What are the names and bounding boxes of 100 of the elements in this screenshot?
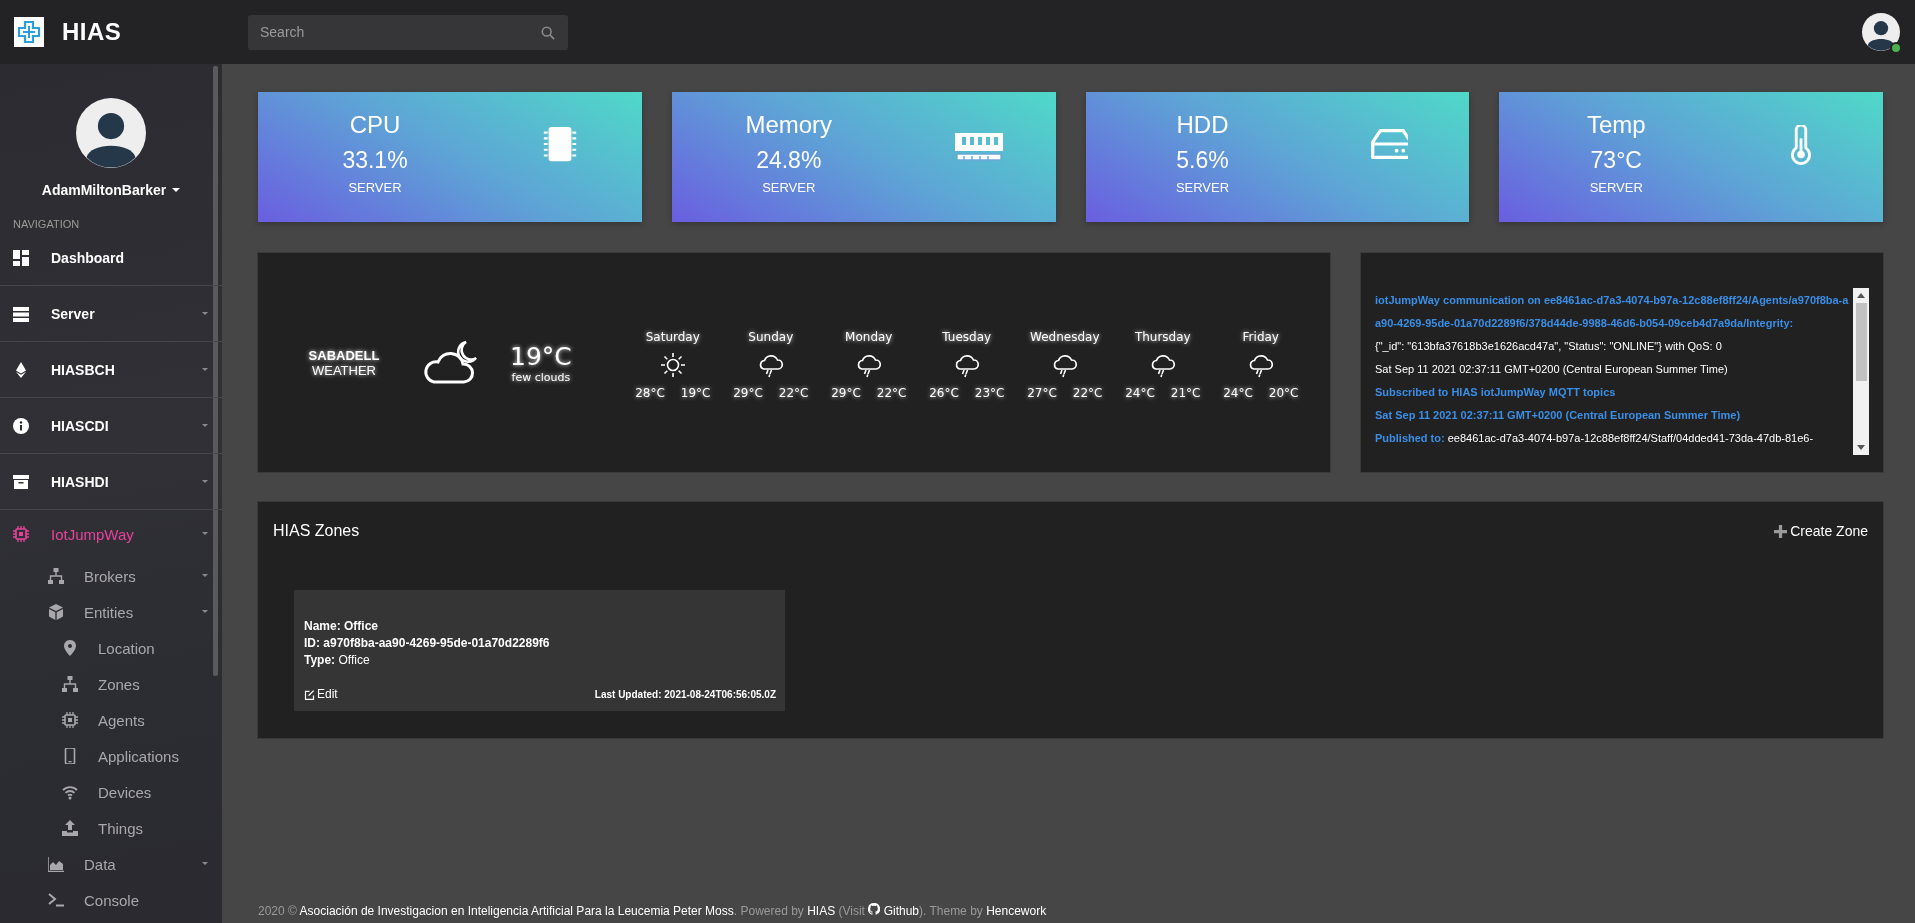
section-heading: NAVIGATION <box>12 217 81 230</box>
info-icon <box>13 417 29 434</box>
upload-icon <box>62 820 78 836</box>
high-temperature: 26°C <box>929 385 959 400</box>
weather-description: few clouds <box>510 370 572 384</box>
wifi-icon <box>62 784 78 800</box>
chip-icon <box>13 526 29 542</box>
day-name: Monday <box>845 329 893 344</box>
user-menu[interactable]: AdamMiltonBarker <box>41 182 181 198</box>
create-zone-button[interactable]: Create Zone <box>1774 523 1868 539</box>
log-text: Subscribed to HIAS iotJumpWay MQTT topics <box>1375 385 1617 400</box>
high-temperature: 28°C <box>635 385 665 400</box>
low-temperature: 22°C <box>778 385 809 400</box>
phone-icon <box>62 748 78 764</box>
network-icon <box>48 568 64 584</box>
low-temperature: 23°C <box>974 385 1005 400</box>
footer-link[interactable]: Asociación de Investigacion en Inteligencia Artificial Para la Leucemia Peter Moss <box>299 904 734 918</box>
panel-title: HIAS Zones <box>273 522 360 540</box>
github-icon <box>868 903 881 915</box>
current-temperature: 19°C <box>510 341 572 371</box>
footer-text: 2020 © Asociación de Investigacion en Inteligencia Artificial Para la Leucemia Peter Moss. Powered by HIAS (Visit Github). Theme by Hencework <box>258 903 1048 918</box>
stat-caption: SERVER <box>348 180 402 195</box>
high-temperature: 27°C <box>1027 385 1057 400</box>
nav-item[interactable]: Entities <box>0 594 222 630</box>
nav-item[interactable]: Agents <box>0 702 222 738</box>
low-temperature: 19°C <box>680 385 711 400</box>
footer-link[interactable]: Hencework <box>986 904 1047 918</box>
stat-title: Memory <box>745 111 833 139</box>
last-updated: Last Updated: 2021-08-24T06:56:05.0Z <box>594 688 776 700</box>
stat-caption: SERVER <box>1589 180 1643 195</box>
log-label: Published to: <box>1375 432 1445 444</box>
day-name: Saturday <box>645 329 700 344</box>
edit-icon <box>304 688 315 700</box>
dashboard-icon <box>13 249 29 266</box>
map-pin-icon <box>62 640 78 656</box>
app-title: HIAS <box>62 18 122 46</box>
low-temperature: 22°C <box>1072 385 1103 400</box>
area-chart-icon <box>48 856 64 872</box>
search-icon <box>541 25 555 40</box>
log-text: {"_id": "613bfa37618b3e1626acd47a", "Status": "ONLINE"} with QoS: 0 <box>1375 339 1723 354</box>
stat-value: 5.6% <box>1176 147 1229 174</box>
day-name: Thursday <box>1134 329 1191 344</box>
zone-detail: Name: Office <box>304 618 380 635</box>
nav-item[interactable]: Applications <box>0 738 222 774</box>
log-text: ee8461ac-d7a3-4074-b97a-12c88ef8ff24/Staff/04dded41-73da-47db-81e6- <box>1447 432 1814 444</box>
nav-item[interactable]: Location <box>0 630 222 666</box>
nav-item[interactable]: Dashboard <box>0 230 222 286</box>
avatar-icon[interactable] <box>1862 13 1900 51</box>
high-temperature: 29°C <box>831 385 861 400</box>
high-temperature: 24°C <box>1223 385 1253 400</box>
nav-item[interactable]: Brokers <box>0 558 222 594</box>
stat-value: 24.8% <box>756 147 822 174</box>
nav-item[interactable]: Console <box>0 882 222 918</box>
scrollbar[interactable] <box>1853 288 1869 455</box>
day-name: Sunday <box>748 329 794 344</box>
edit-link[interactable]: Edit <box>304 687 338 701</box>
server-icon <box>13 305 29 322</box>
cube-icon <box>48 604 64 620</box>
sun-icon <box>659 351 686 378</box>
log-text: iotJumpWay communication on ee8461ac-d7a3-4074-b97a-12c88ef8ff24/Agents/a970f8ba-aa90-4269-95de-01a70d2289f6/378d44de-9988-46d6-b054-09ceb4d7a9da/Integrity: <box>1375 293 1850 331</box>
zone-detail: Type: Office <box>304 652 371 669</box>
logo-icon <box>14 17 44 47</box>
weather-label: WEATHER <box>310 362 377 378</box>
network-icon <box>62 676 78 692</box>
nav-item[interactable]: IotJumpWay <box>0 510 222 558</box>
nav-item[interactable]: Zones <box>0 666 222 702</box>
stat-value: 33.1% <box>342 147 408 174</box>
stat-caption: SERVER <box>1175 180 1230 195</box>
stat-title: Temp <box>1586 111 1646 139</box>
terminal-icon <box>48 892 64 908</box>
stat-caption: SERVER <box>762 180 816 195</box>
plus-icon <box>1774 524 1788 538</box>
city-name: SABADELL <box>307 347 381 363</box>
stat-title: HDD <box>1176 111 1229 139</box>
avatar-icon <box>76 98 146 168</box>
search-field[interactable]: Search <box>248 14 568 50</box>
stat-title: CPU <box>349 111 401 139</box>
day-name: Wednesday <box>1030 329 1100 344</box>
day-name: Friday <box>1242 329 1279 344</box>
scrollbar[interactable] <box>213 66 218 676</box>
log-text: Sat Sep 11 2021 02:37:11 GMT+0200 (Central European Summer Time) <box>1375 408 1742 423</box>
diamond-icon <box>13 361 29 378</box>
footer-link[interactable]: HIAS <box>807 904 836 918</box>
low-temperature: 21°C <box>1170 385 1201 400</box>
nav-item[interactable]: HIASHDI <box>0 454 222 510</box>
nav-item[interactable]: Devices <box>0 774 222 810</box>
nav-item[interactable]: HIASCDI <box>0 398 222 454</box>
nav-item[interactable]: Server <box>0 286 222 342</box>
high-temperature: 24°C <box>1125 385 1155 400</box>
day-name: Tuesday <box>942 329 992 344</box>
stat-value: 73°C <box>1590 147 1642 174</box>
low-temperature: 22°C <box>876 385 907 400</box>
github-link[interactable]: Github <box>868 904 919 918</box>
nav-item[interactable]: Things <box>0 810 222 846</box>
nav-item[interactable]: HIASBCH <box>0 342 222 398</box>
log-text: Sat Sep 11 2021 02:37:11 GMT+0200 (Central European Summer Time) <box>1375 362 1729 377</box>
nav-item[interactable]: Data <box>0 846 222 882</box>
high-temperature: 29°C <box>733 385 763 400</box>
low-temperature: 20°C <box>1268 385 1299 400</box>
chip-icon <box>62 712 78 728</box>
